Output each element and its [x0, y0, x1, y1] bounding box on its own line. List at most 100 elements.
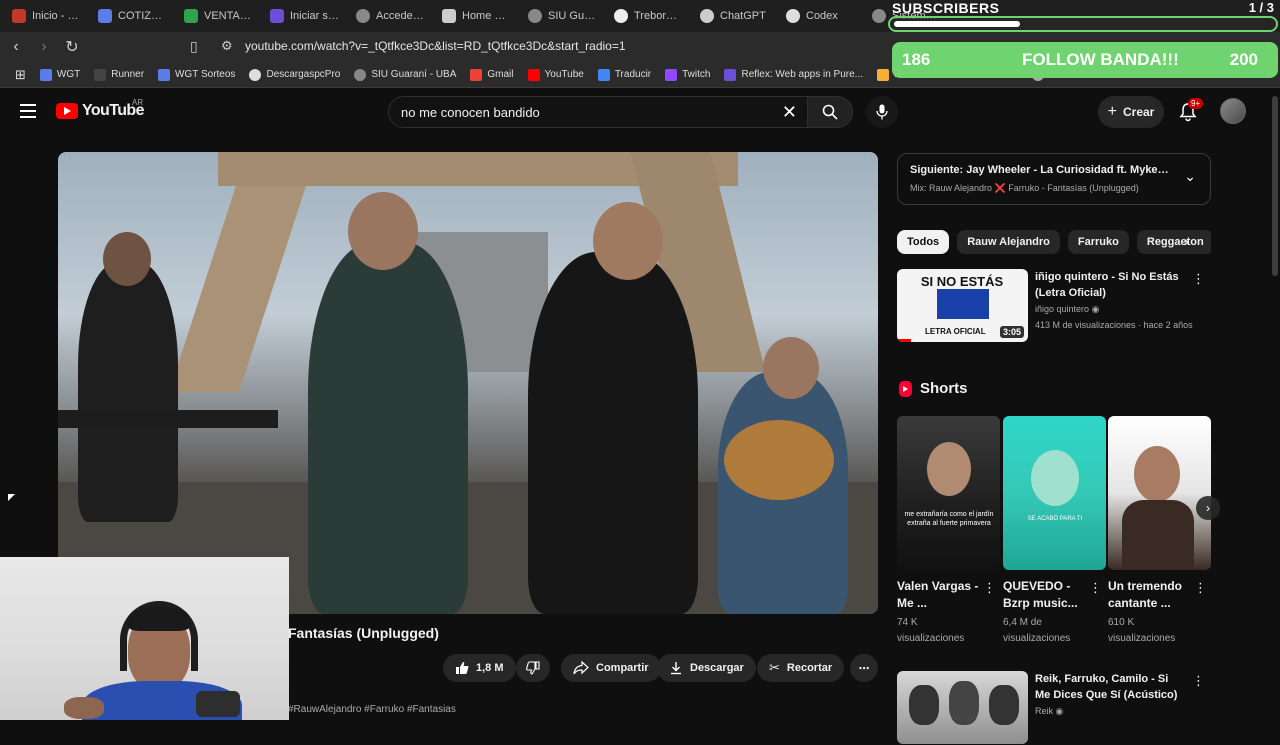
bookmark-favicon-icon: [39, 68, 52, 81]
channel-name[interactable]: Reik ◉: [1035, 706, 1063, 717]
browser-tab[interactable]: Home Free W: [434, 0, 520, 32]
bookmark-item[interactable]: Twitch: [658, 68, 717, 81]
clip-button[interactable]: ✂ Recortar: [757, 654, 845, 682]
more-options-icon[interactable]: ⋮: [1192, 673, 1205, 689]
chevron-down-icon[interactable]: ⌄: [1184, 168, 1196, 185]
scissors-icon: ✂: [769, 660, 780, 675]
chevron-right-icon[interactable]: ›: [1184, 233, 1189, 249]
tab-favicon-icon: [270, 9, 284, 23]
browser-tab[interactable]: Iniciar sesión: [262, 0, 348, 32]
bookmark-item[interactable]: Runner: [87, 68, 151, 81]
apps-grid-icon[interactable]: ⊞: [8, 67, 33, 83]
bookmark-icon[interactable]: ▯: [190, 38, 198, 55]
video-thumbnail[interactable]: SI NO ESTÁS LETRA OFICIAL 3:05: [897, 269, 1028, 342]
video-title[interactable]: Reik, Farruko, Camilo - Si Me Dices Que …: [1035, 671, 1185, 703]
shorts-icon: [899, 380, 912, 397]
tab-favicon-icon: [356, 9, 370, 23]
bookmark-item[interactable]: SIU Guaraní - UBA: [347, 68, 463, 81]
more-actions-button[interactable]: ⋯: [850, 654, 878, 682]
reload-icon[interactable]: ↻: [60, 35, 84, 59]
thumbnail-figure: [949, 681, 979, 725]
download-icon: [671, 662, 681, 675]
like-button[interactable]: 1,8 M: [443, 654, 516, 682]
search-input[interactable]: no me conocen bandido ✕: [388, 96, 808, 128]
forward-icon[interactable]: ›: [32, 35, 56, 59]
shorts-next-button[interactable]: ›: [1196, 496, 1220, 520]
mouse-cursor-icon: [8, 494, 15, 501]
verified-icon: ◉: [1091, 304, 1100, 314]
browser-tab[interactable]: TreborOscori: [606, 0, 692, 32]
short-item[interactable]: Un tremendo cantante ... 610 K visualiza…: [1108, 416, 1211, 647]
short-thumbnail[interactable]: SE ACABÓ PARA TI: [1003, 416, 1106, 570]
tab-favicon-icon: [12, 9, 26, 23]
browser-tab[interactable]: Inicio - José L: [4, 0, 90, 32]
short-title[interactable]: QUEVEDO - Bzrp music...: [1003, 578, 1087, 612]
channel-name-text: iñigo quintero: [1035, 304, 1090, 314]
bookmark-item[interactable]: Traducir: [591, 68, 658, 81]
more-horizontal-icon: ⋯: [858, 662, 870, 675]
tab-favicon-icon: [98, 9, 112, 23]
thumbnail-blue-block: [937, 289, 989, 319]
channel-name[interactable]: iñigo quintero ◉: [1035, 304, 1099, 315]
playlist-next-card[interactable]: Siguiente: Jay Wheeler - La Curiosidad f…: [897, 153, 1211, 205]
url-text[interactable]: youtube.com/watch?v=_tQtfkce3Dc&list=RD_…: [245, 39, 626, 53]
recommended-video[interactable]: Reik, Farruko, Camilo - Si Me Dices Que …: [897, 671, 1211, 745]
shorts-title: Shorts: [920, 380, 968, 397]
short-face: [927, 442, 971, 496]
share-button[interactable]: Compartir: [561, 654, 661, 682]
chip-rauw-alejandro[interactable]: Rauw Alejandro: [957, 230, 1060, 254]
plus-icon: +: [1107, 103, 1117, 120]
bookmark-label: WGT Sorteos: [175, 69, 236, 80]
short-item[interactable]: me extrañaría como el jardín extraña al …: [897, 416, 1000, 647]
bookmark-favicon-icon: [94, 68, 107, 81]
more-options-icon[interactable]: ⋮: [1194, 580, 1207, 596]
search-button[interactable]: [807, 96, 853, 128]
bookmark-item[interactable]: DescargaspcPro: [242, 68, 347, 81]
recommended-video[interactable]: SI NO ESTÁS LETRA OFICIAL 3:05 iñigo qui…: [897, 269, 1211, 343]
voice-search-button[interactable]: [866, 96, 898, 128]
site-info-icon[interactable]: ⚙: [221, 38, 233, 54]
browser-tab[interactable]: SIU Guaraní: [520, 0, 606, 32]
browser-tab[interactable]: Acceder < hu: [348, 0, 434, 32]
browser-tab[interactable]: COTIZACIÓN: [90, 0, 176, 32]
short-item[interactable]: SE ACABÓ PARA TI QUEVEDO - Bzrp music...…: [1003, 416, 1106, 647]
page-scrollbar[interactable]: [1272, 96, 1278, 276]
browser-tab[interactable]: VENTAS - Ho: [176, 0, 262, 32]
bookmark-item[interactable]: WGT: [33, 68, 87, 81]
youtube-play-icon: [56, 103, 78, 119]
more-options-icon[interactable]: ⋮: [983, 580, 996, 596]
bookmark-item[interactable]: Reflex: Web apps in Pure...: [717, 68, 870, 81]
browser-tab[interactable]: ChatGPT: [692, 0, 778, 32]
bookmark-item[interactable]: YouTube: [521, 68, 591, 81]
short-thumbnail[interactable]: [1108, 416, 1211, 570]
chip-farruko[interactable]: Farruko: [1067, 230, 1129, 254]
avatar[interactable]: [1220, 98, 1246, 124]
thumbnail-subtext: LETRA OFICIAL: [925, 327, 986, 336]
browser-tab[interactable]: Codex: [778, 0, 864, 32]
short-title[interactable]: Valen Vargas - Me ...: [897, 578, 981, 612]
singer-right-figure: [528, 252, 698, 614]
create-button[interactable]: + Crear: [1098, 96, 1164, 128]
singer-left-head: [348, 192, 418, 270]
short-thumbnail[interactable]: me extrañaría como el jardín extraña al …: [897, 416, 1000, 570]
chip-reggaeton[interactable]: Reggaeton: [1136, 230, 1211, 254]
thumbs-down-icon: [526, 661, 540, 675]
dislike-button[interactable]: [516, 654, 550, 682]
video-player[interactable]: [58, 152, 878, 614]
streamer-hair: [128, 607, 190, 631]
bookmark-item[interactable]: WGT Sorteos: [151, 68, 242, 81]
download-button[interactable]: Descargar: [657, 654, 756, 682]
menu-icon[interactable]: [20, 104, 36, 122]
short-title[interactable]: Un tremendo cantante ...: [1108, 578, 1192, 612]
next-video-title: Siguiente: Jay Wheeler - La Curiosidad f…: [910, 164, 1170, 176]
more-options-icon[interactable]: ⋮: [1089, 580, 1102, 596]
video-thumbnail[interactable]: [897, 671, 1028, 744]
youtube-logo[interactable]: YouTube: [56, 102, 144, 120]
more-options-icon[interactable]: ⋮: [1192, 271, 1205, 287]
bookmark-item[interactable]: Gmail: [463, 68, 520, 81]
back-icon[interactable]: ‹: [4, 35, 28, 59]
video-title[interactable]: iñigo quintero - Si No Estás (Letra Ofic…: [1035, 269, 1185, 301]
clear-search-icon[interactable]: ✕: [782, 102, 797, 123]
chip-todos[interactable]: Todos: [897, 230, 950, 254]
video-hashtags[interactable]: #RauwAlejandro #Farruko #Fantasias: [288, 704, 456, 715]
